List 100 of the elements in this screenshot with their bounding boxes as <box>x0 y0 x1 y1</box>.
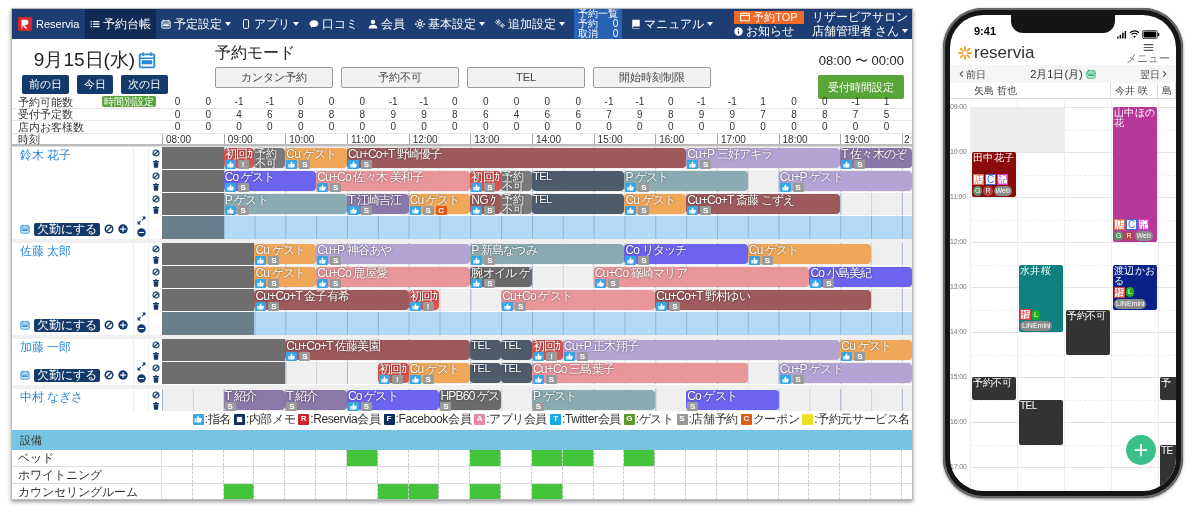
add-circle-icon[interactable] <box>118 370 128 380</box>
staff-name-link[interactable]: 中村 なぎさ <box>20 390 84 404</box>
ban-icon[interactable] <box>104 370 114 380</box>
booking-block[interactable]: Cu+Co+T 金子有希 S <box>254 289 409 310</box>
expand-icon[interactable] <box>136 215 146 225</box>
appointment-block[interactable]: 予約不可 <box>1066 309 1110 355</box>
booking-block[interactable]: Cu ゲスト S <box>285 147 347 168</box>
booking-block[interactable]: Cu+P 三好アキラ S <box>686 147 841 168</box>
user-menu[interactable]: 店舗管理者 さん <box>811 24 908 38</box>
day-nav-button[interactable]: 次の日 <box>121 75 168 94</box>
booking-block[interactable]: 初回ｶ S <box>470 170 502 191</box>
booking-block[interactable]: HPB60 ゲス S <box>439 389 502 410</box>
booking-block[interactable]: T 紹介 S <box>223 389 286 410</box>
booking-block[interactable]: Co ゲスト S <box>223 170 317 191</box>
trash-icon[interactable] <box>151 159 160 168</box>
booking-block[interactable]: Cu ゲスト S C <box>408 193 471 214</box>
booking-block[interactable]: 初回ｶ ! <box>223 147 255 168</box>
trash-icon[interactable] <box>151 374 160 383</box>
staff-name-link[interactable]: 鈴木 花子 <box>20 148 72 162</box>
ban-icon[interactable] <box>151 290 160 299</box>
booking-block[interactable]: Cu+Co 篠崎マリア S <box>593 266 810 287</box>
minus-circle-icon[interactable] <box>136 227 146 237</box>
previous-day-link[interactable]: 前日 <box>958 66 986 82</box>
minus-circle-icon[interactable] <box>136 323 146 333</box>
booking-block[interactable]: TEL <box>470 362 502 383</box>
booking-block[interactable]: Cu+P 神谷あや S <box>316 243 471 264</box>
booking-block[interactable]: P ゲスト S <box>223 193 347 214</box>
appointment-block[interactable]: 予 <box>1160 377 1176 400</box>
mode-button[interactable]: カンタン予約 <box>215 67 333 88</box>
booking-block[interactable]: TEL <box>470 339 502 360</box>
booking-block[interactable]: Cu+Co+T 佐藤美園 S <box>285 339 471 360</box>
booking-block[interactable]: TEL <box>501 339 532 360</box>
trash-icon[interactable] <box>151 255 160 264</box>
ban-icon[interactable] <box>151 171 160 180</box>
reservation-list-link[interactable]: 予約一覧 予約 0 取消 0 <box>574 9 623 39</box>
trash-icon[interactable] <box>151 301 160 310</box>
expand-icon[interactable] <box>136 311 146 321</box>
ban-icon[interactable] <box>151 267 160 276</box>
day-nav-button[interactable]: 今日 <box>77 75 113 94</box>
booking-block[interactable]: Cu ゲスト S <box>408 362 471 383</box>
booking-block[interactable]: 初回ｶ ! <box>377 362 409 383</box>
booking-block[interactable]: 腕オイル ゲ S <box>470 266 532 287</box>
mode-button[interactable]: 予約不可 <box>341 67 459 88</box>
nav-menu-item[interactable]: 予約台帳 <box>85 9 157 39</box>
ban-icon[interactable] <box>151 244 160 253</box>
booking-block[interactable]: Cu ゲスト S <box>747 243 872 264</box>
booking-block[interactable]: Co 小島美紀 S <box>809 266 912 287</box>
minus-circle-icon[interactable] <box>136 373 146 383</box>
add-circle-icon[interactable] <box>118 224 128 234</box>
ban-icon[interactable] <box>151 194 160 203</box>
calendar-icon[interactable] <box>20 370 30 380</box>
booking-block[interactable]: 予約不可 <box>501 170 532 191</box>
booking-block[interactable]: Cu+Co 鹿屋愛 S <box>316 266 471 287</box>
absence-button[interactable]: 欠勤にする <box>34 222 100 236</box>
absence-button[interactable]: 欠勤にする <box>34 368 100 382</box>
appointment-block[interactable]: TEL <box>1019 399 1063 445</box>
booking-block[interactable]: Cu+Co+T 野崎優子 S <box>347 147 687 168</box>
nav-menu-item[interactable]: アプリ <box>236 9 305 39</box>
booking-block[interactable]: P ゲスト S <box>532 389 656 410</box>
expand-icon[interactable] <box>136 361 146 371</box>
nav-menu-item[interactable]: 追加設定 <box>490 9 571 39</box>
booking-block[interactable]: TEL <box>501 362 532 383</box>
booking-block[interactable]: T 江崎吉江 S <box>347 193 409 214</box>
booking-block[interactable]: Cu+Co+T 斎藤 こずえ S <box>686 193 841 214</box>
booking-block[interactable]: P ゲスト S <box>624 170 748 191</box>
booking-block[interactable]: Co ゲスト S <box>686 389 779 410</box>
ban-icon[interactable] <box>151 148 160 157</box>
calendar-icon[interactable] <box>20 224 30 234</box>
booking-block[interactable]: Cu+Co 三島葉子 S <box>532 362 748 383</box>
booking-block[interactable]: 予約不可 <box>254 147 286 168</box>
booking-block[interactable]: Cu+Co 佐々木 美和子 S <box>316 170 471 191</box>
calendar-icon[interactable] <box>20 320 30 330</box>
ban-icon[interactable] <box>151 340 160 349</box>
ban-icon[interactable] <box>151 363 160 372</box>
trash-icon[interactable] <box>151 278 160 287</box>
booking-block[interactable]: Cu+Co ゲスト S <box>501 289 656 310</box>
booking-block[interactable]: Cu ゲスト S <box>254 266 317 287</box>
mode-button[interactable]: TEL <box>467 67 585 88</box>
appointment-block[interactable]: 予約不可 <box>972 377 1016 400</box>
booking-block[interactable]: Cu ゲスト S <box>254 243 317 264</box>
booking-block[interactable]: TEL <box>532 170 625 191</box>
booking-block[interactable]: Co ゲスト S <box>347 389 440 410</box>
notice-link[interactable]: お知らせ <box>734 24 795 38</box>
booking-block[interactable]: 予約不可 <box>501 193 532 214</box>
trash-icon[interactable] <box>151 205 160 214</box>
time-settings-badge[interactable]: 時間別設定 <box>102 96 156 108</box>
staff-name-link[interactable]: 加藤 一郎 <box>20 340 72 354</box>
mode-button[interactable]: 開始時刻制限 <box>593 67 711 88</box>
booking-block[interactable]: Cu+Co+T 野村ゆい S <box>655 289 872 310</box>
booking-block[interactable]: Co リタッチ S <box>624 243 748 264</box>
booking-block[interactable]: Cu ゲスト S <box>624 193 687 214</box>
nav-menu-item[interactable]: マニュアル <box>626 9 719 39</box>
calendar-icon[interactable] <box>138 51 157 69</box>
booking-block[interactable]: 初回ｶ ! <box>408 289 440 310</box>
next-day-link[interactable]: 翌日 <box>1140 66 1168 82</box>
booking-block[interactable]: T 紹介 S <box>285 389 347 410</box>
booking-block[interactable]: Cu+P 正木翔子 S <box>562 339 841 360</box>
nav-menu-item[interactable]: 基本設定 <box>410 9 491 39</box>
booking-block[interactable]: Cu ゲスト S <box>840 339 912 360</box>
ban-icon[interactable] <box>104 320 114 330</box>
